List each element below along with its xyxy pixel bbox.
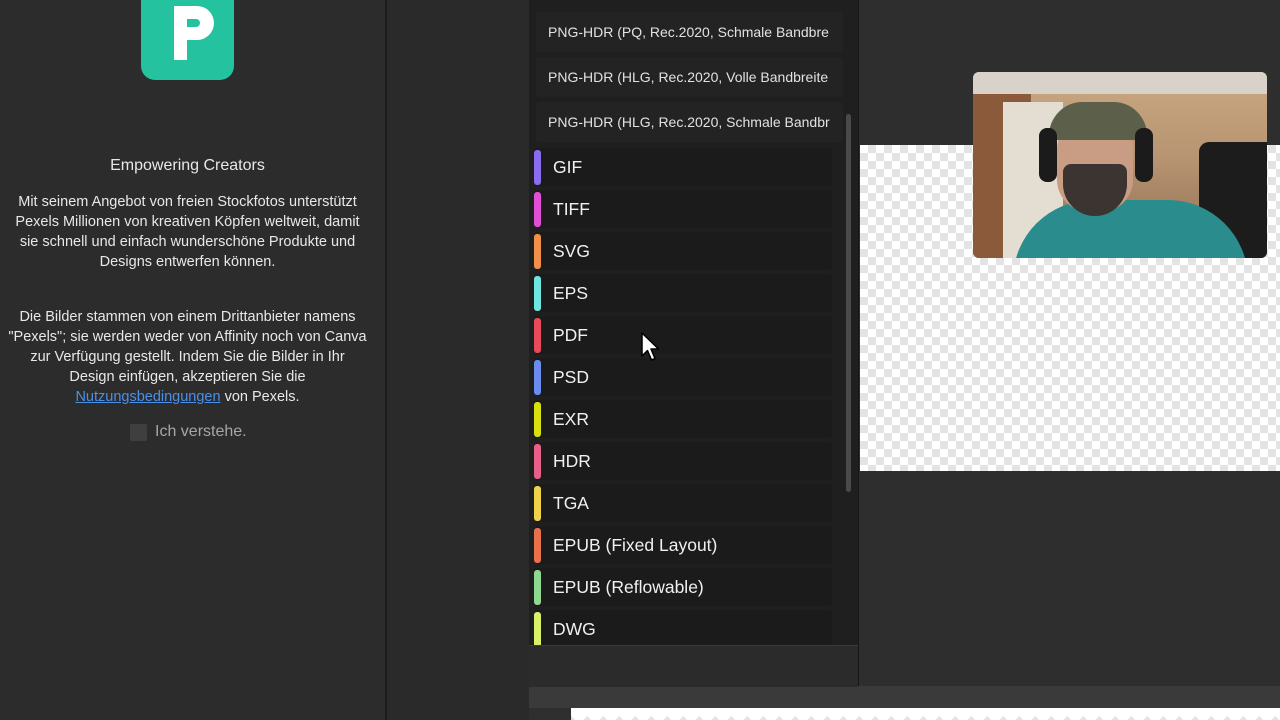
format-color-bar [534,317,541,353]
format-color-bar [534,401,541,437]
format-option-dwg[interactable]: DWG [534,610,832,648]
consent-label: Ich verstehe. [155,423,247,440]
dropdown-scrollbar[interactable] [846,114,851,492]
pexels-logo [141,0,234,80]
format-label: SVG [553,240,590,261]
license-text-start: Die Bilder stammen von einem Drittanbiet… [8,309,367,385]
panel-title: Empowering Creators [110,157,265,174]
format-label: TGA [553,492,589,513]
format-option-gif[interactable]: GIF [534,148,832,186]
format-label: DWG [553,618,596,639]
format-label: TIFF [553,198,590,219]
format-color-bar [534,233,541,269]
stock-info-panel: Empowering Creators Mit seinem Angebot v… [0,0,387,720]
format-label: EXR [553,408,589,429]
license-text-end: von Pexels. [220,389,300,405]
format-option-eps[interactable]: EPS [534,274,832,312]
format-color-bar [534,191,541,227]
webcam-overlay [973,72,1267,258]
format-color-bar [534,149,541,185]
export-format-dropdown[interactable]: PNG-HDR (PQ, Rec.2020, Schmale Bandbre P… [529,0,859,687]
license-notice: Die Bilder stammen von einem Drittanbiet… [8,307,367,407]
format-option-svg[interactable]: SVG [534,232,832,270]
format-color-bar [534,485,541,521]
format-option-png-hdr-hlg-narrow[interactable]: PNG-HDR (HLG, Rec.2020, Schmale Bandbr [536,102,843,142]
format-option-png-hdr-hlg-full[interactable]: PNG-HDR (HLG, Rec.2020, Volle Bandbreite [536,57,843,97]
format-color-bar [534,275,541,311]
format-color-bar [534,569,541,605]
format-option-exr[interactable]: EXR [534,400,832,438]
format-label: HDR [553,450,591,471]
canvas-bottom [571,708,1280,720]
format-option-epub-fixed[interactable]: EPUB (Fixed Layout) [534,526,832,564]
headphone-left [1039,128,1057,182]
headphone-right [1135,128,1153,182]
terms-link[interactable]: Nutzungsbedingungen [75,389,220,405]
dropdown-footer [529,645,858,687]
mouse-cursor-icon [641,332,660,361]
format-color-bar [534,527,541,563]
format-color-bar [534,359,541,395]
webcam-person-cap [1049,102,1147,140]
format-option-epub-reflowable[interactable]: EPUB (Reflowable) [534,568,832,606]
format-label: PSD [553,366,589,387]
format-label: EPUB (Reflowable) [553,576,704,597]
format-option-tga[interactable]: TGA [534,484,832,522]
format-color-bar [534,611,541,647]
format-option-hdr[interactable]: HDR [534,442,832,480]
consent-checkbox-row[interactable]: Ich verstehe. [130,423,247,441]
format-option-png-hdr-pq-narrow[interactable]: PNG-HDR (PQ, Rec.2020, Schmale Bandbre [536,12,843,52]
format-label: GIF [553,156,583,177]
format-option-psd[interactable]: PSD [534,358,832,396]
format-label: EPUB (Fixed Layout) [553,534,718,555]
format-option-tiff[interactable]: TIFF [534,190,832,228]
webcam-ceiling [973,72,1267,94]
format-color-bar [534,443,541,479]
bottom-bar [529,686,1280,708]
dialog-background [387,0,529,720]
consent-checkbox[interactable] [130,423,147,441]
format-option-pdf[interactable]: PDF [534,316,832,354]
format-label: PDF [553,324,588,345]
pexels-description: Mit seinem Angebot von freien Stockfotos… [15,194,360,270]
format-label: EPS [553,282,589,303]
